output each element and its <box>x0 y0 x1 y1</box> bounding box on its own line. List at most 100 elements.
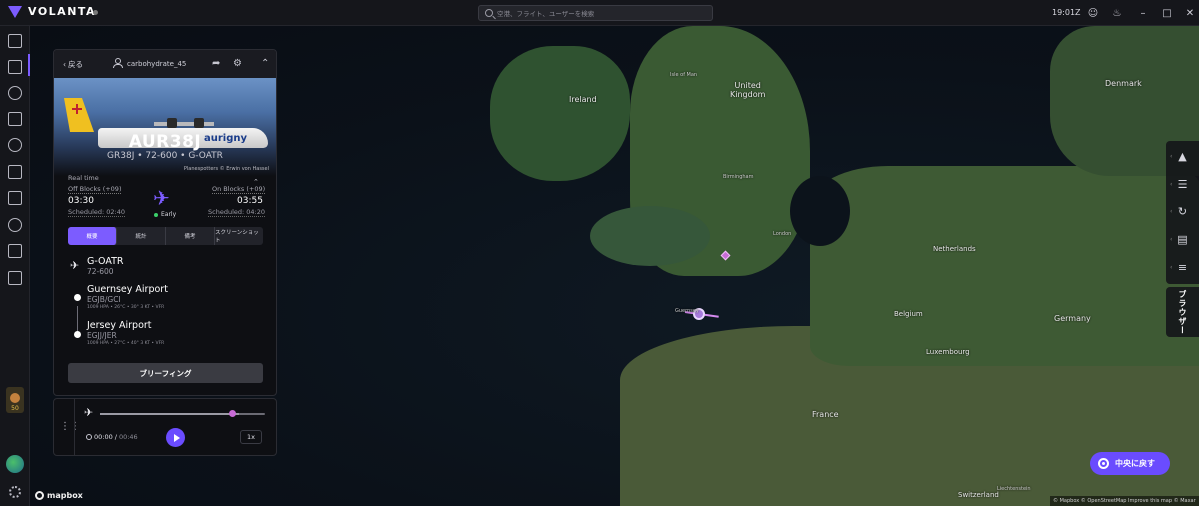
photo-credit[interactable]: Planespotters © Erwin von Hassel <box>184 166 269 172</box>
playback-track[interactable] <box>100 413 265 415</box>
calendar-icon[interactable] <box>8 165 22 179</box>
volanta-logo-icon <box>8 5 22 18</box>
aircraft-type: 72-600 <box>87 267 114 276</box>
share-icon[interactable]: ➦ <box>212 58 220 69</box>
search-input[interactable]: 空港、フライト、ユーザーを検索 <box>478 5 713 21</box>
ireland-land <box>490 46 630 181</box>
label-ireland: Ireland <box>569 95 597 104</box>
briefing-button[interactable]: ブリーフィング <box>68 363 263 383</box>
tab-overview[interactable]: 概要 <box>68 227 117 245</box>
clock-icon <box>86 434 92 440</box>
tool-airport[interactable]: ‹ ▲ <box>1166 143 1199 169</box>
title-bar: VOLANTA 空港、フライト、ユーザーを検索 19:01Z ☺ ♨ – □ ✕ <box>0 0 1199 26</box>
earth-icon[interactable] <box>6 455 24 473</box>
gamepad-icon[interactable] <box>8 112 22 126</box>
label-switzerland: Switzerland <box>958 491 999 499</box>
off-blocks-label: Off Blocks (+09) <box>68 185 122 194</box>
tab-screenshots[interactable]: スクリーンショット <box>215 227 263 245</box>
map-tools: ‹ ▲ ‹ ☰ ‹ ↻ ‹ ▤ ‹ ≡ <box>1166 141 1199 284</box>
tool-filter[interactable]: ‹ ≡ <box>1166 254 1199 280</box>
panel-header: ‹ 戻る carbohydrate_45 ➦ ⚙ ⌃ <box>54 50 276 78</box>
map-icon[interactable] <box>8 34 22 48</box>
map-attribution[interactable]: © Mapbox © OpenStreetMap Improve this ma… <box>1050 496 1199 506</box>
community-icon[interactable] <box>8 218 22 232</box>
aircraft-icon: ✈ <box>70 259 80 272</box>
minimize-icon[interactable]: – <box>1136 6 1150 20</box>
label-germany: Germany <box>1054 314 1091 323</box>
playback-scrubber[interactable] <box>229 410 236 417</box>
mapbox-logo[interactable]: mapbox <box>35 491 83 500</box>
arrival-time: 03:55 <box>237 196 263 206</box>
status-dot <box>93 10 98 15</box>
aircraft-icon[interactable] <box>8 86 22 100</box>
playback-progress <box>100 413 239 415</box>
play-icon <box>173 433 180 442</box>
north-sea-inlet <box>790 176 850 246</box>
window-icon: ▤ <box>1177 232 1188 246</box>
flight-subtitle: GR38J • 72-600 • G-OATR <box>107 151 223 161</box>
destination-code: EGJJ/JER <box>87 331 117 340</box>
mapbox-text: mapbox <box>47 491 83 500</box>
drag-handle-icon[interactable]: ⋮⋮ <box>60 421 80 432</box>
origin-name[interactable]: Guernsey Airport <box>87 284 168 295</box>
utc-clock: 19:01Z <box>1052 8 1081 17</box>
tab-stats[interactable]: 統計 <box>117 227 166 245</box>
search-placeholder: 空港、フライト、ユーザーを検索 <box>497 10 595 18</box>
destination-weather: 1009 HPA • 27°C • 40° 3 KT • VFR <box>87 341 165 346</box>
user-icon <box>113 58 123 69</box>
add-friend-icon[interactable]: ☺ <box>1086 6 1100 20</box>
aircraft-tail <box>64 98 94 132</box>
stats-icon[interactable] <box>8 244 22 258</box>
settings-gear-icon[interactable] <box>9 486 21 498</box>
current-time: 00:00 <box>94 433 113 441</box>
left-sidebar <box>0 26 30 506</box>
playback-speed-button[interactable]: 1x <box>240 430 262 444</box>
tool-refresh[interactable]: ‹ ↻ <box>1166 198 1199 224</box>
mapbox-icon <box>35 491 44 500</box>
settings-sliders-icon[interactable]: ⚙ <box>233 58 242 69</box>
app-logo[interactable]: VOLANTA <box>8 5 96 18</box>
globe-icon[interactable] <box>8 138 22 152</box>
time-separator: / <box>114 433 117 441</box>
aircraft-engine <box>194 118 204 128</box>
app-name: VOLANTA <box>28 5 97 18</box>
tool-layers[interactable]: ‹ ☰ <box>1166 171 1199 197</box>
back-button[interactable]: ‹ 戻る <box>63 59 83 70</box>
departure-scheduled: Scheduled: 02:40 <box>68 208 125 217</box>
aircraft-registration: G-OATR <box>87 256 124 267</box>
tickets-icon[interactable] <box>8 191 22 205</box>
browser-label: ブラウザー <box>1178 289 1187 335</box>
filter-list-icon: ≡ <box>1177 260 1188 274</box>
destination-node <box>74 331 81 338</box>
center-map-button[interactable]: 中央に戻す <box>1090 452 1170 475</box>
maximize-icon[interactable]: □ <box>1160 6 1174 20</box>
browser-tab[interactable]: ブラウザー <box>1166 287 1199 337</box>
label-guernsey: Guernsey <box>675 308 699 314</box>
chevron-left-icon: ‹ <box>63 60 66 69</box>
realtime-label: Real time <box>68 174 99 182</box>
tab-remarks[interactable]: 備考 <box>166 227 215 245</box>
on-blocks-label: On Blocks (+09) <box>212 185 266 194</box>
trash-icon[interactable] <box>8 271 22 285</box>
destination-name[interactable]: Jersey Airport <box>87 320 152 331</box>
close-icon[interactable]: ✕ <box>1183 6 1197 20</box>
departure-time: 03:30 <box>68 196 94 206</box>
label-denmark: Denmark <box>1105 79 1142 88</box>
chevron-up-icon[interactable]: ⌃ <box>261 58 269 69</box>
label-united-kingdom: United Kingdom <box>730 81 766 99</box>
aircraft-photo: aurigny <box>54 78 276 176</box>
center-map-label: 中央に戻す <box>1115 459 1155 468</box>
user-avatar[interactable]: 50 <box>6 387 24 413</box>
label-liechtenstein: Liechtenstein <box>997 486 1031 492</box>
pilot-username[interactable]: carbohydrate_45 <box>127 60 186 68</box>
route-connector <box>77 306 78 334</box>
tool-window[interactable]: ‹ ▤ <box>1166 226 1199 252</box>
flight-tabs: 概要 統計 備考 スクリーンショット <box>68 227 263 245</box>
label-luxembourg: Luxembourg <box>926 348 970 356</box>
notification-bell-icon[interactable]: ♨ <box>1110 6 1124 20</box>
flight-log-icon[interactable] <box>8 60 22 74</box>
play-button[interactable] <box>166 428 185 447</box>
status-dot <box>154 212 158 217</box>
aircraft-engine <box>167 118 177 128</box>
status-text: Early <box>161 211 177 218</box>
